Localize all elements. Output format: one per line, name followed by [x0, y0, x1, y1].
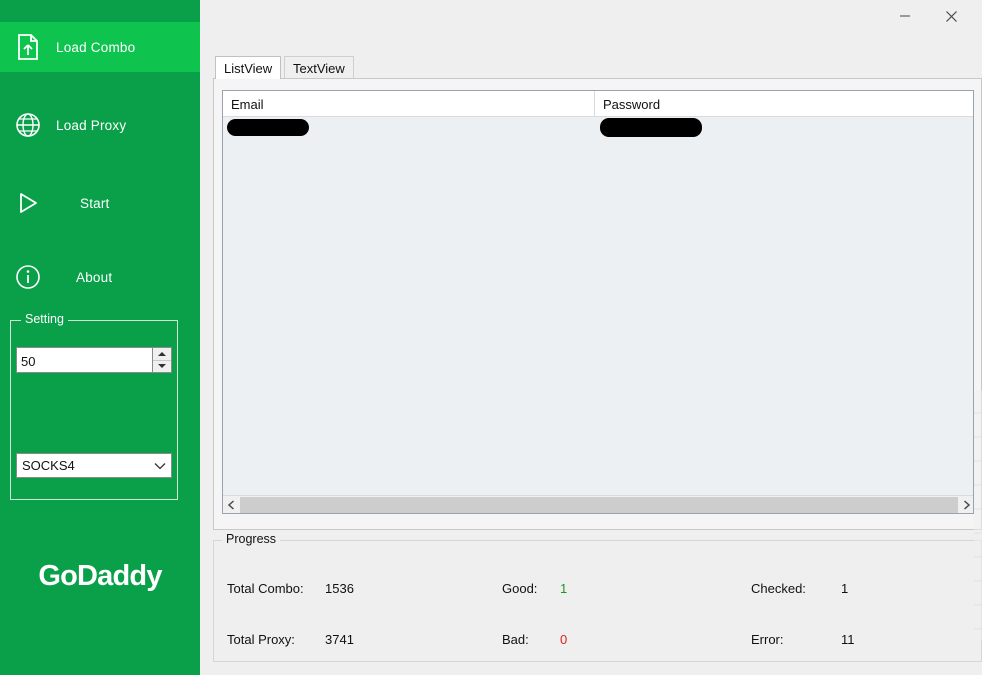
- minimize-button[interactable]: [882, 0, 928, 32]
- setting-group: Setting SOCKS4: [10, 312, 178, 500]
- stepper-buttons[interactable]: [152, 348, 171, 372]
- redaction-bar-password: [600, 118, 702, 137]
- chevron-right-icon[interactable]: [958, 496, 973, 513]
- sidebar-item-label: Load Proxy: [56, 117, 127, 133]
- tab-strip: ListView TextView: [215, 56, 982, 79]
- stat-value-total-combo: 1536: [325, 581, 354, 596]
- tab-listview[interactable]: ListView: [215, 56, 282, 79]
- title-bar: [200, 0, 982, 34]
- progress-group-legend: Progress: [222, 532, 281, 546]
- play-icon: [8, 183, 48, 223]
- sidebar: Load Combo Load Proxy Start About Settin…: [0, 0, 200, 675]
- stat-value-bad: 0: [560, 632, 568, 647]
- stat-label-total-proxy: Total Proxy:: [227, 632, 295, 647]
- tab-textview[interactable]: TextView: [284, 56, 354, 79]
- sidebar-item-label: Start: [80, 195, 110, 211]
- chevron-down-icon: [149, 462, 171, 470]
- redaction-bar-email: [227, 119, 309, 136]
- clipped-background-edge: [974, 390, 982, 640]
- progress-group: Progress Total Combo: 1536 Good: 1 Check…: [213, 532, 982, 662]
- scrollbar-thumb[interactable]: [240, 496, 958, 513]
- listview-header: Email Password: [223, 91, 973, 117]
- table-row[interactable]: [223, 117, 973, 139]
- main-content: ListView TextView Email Password Progres…: [200, 0, 982, 675]
- proxy-type-value: SOCKS4: [22, 458, 75, 473]
- stat-value-good: 1: [560, 581, 568, 596]
- column-header-email[interactable]: Email: [223, 91, 595, 117]
- sidebar-item-load-combo[interactable]: Load Combo: [0, 22, 200, 72]
- sidebar-item-load-proxy[interactable]: Load Proxy: [0, 100, 200, 150]
- stat-value-checked: 1: [841, 581, 849, 596]
- sidebar-item-label: Load Combo: [56, 39, 136, 55]
- stat-label-good: Good:: [502, 581, 538, 596]
- setting-group-legend: Setting: [21, 312, 68, 326]
- stat-value-total-proxy: 3741: [325, 632, 354, 647]
- thread-count-input[interactable]: [17, 348, 152, 372]
- triangle-up-icon[interactable]: [153, 348, 171, 361]
- sidebar-item-label: About: [76, 269, 113, 285]
- proxy-type-select[interactable]: SOCKS4: [16, 453, 172, 478]
- thread-count-stepper[interactable]: [16, 347, 172, 373]
- sidebar-item-start[interactable]: Start: [0, 178, 200, 228]
- chevron-left-icon[interactable]: [223, 496, 240, 513]
- listview-body[interactable]: [223, 117, 973, 495]
- file-upload-icon: [8, 27, 48, 67]
- info-icon: [8, 257, 48, 297]
- globe-icon: [8, 105, 48, 145]
- horizontal-scrollbar[interactable]: [223, 495, 973, 513]
- triangle-down-icon[interactable]: [153, 360, 171, 372]
- stat-label-checked: Checked:: [751, 581, 806, 596]
- tab-panel-listview: Email Password: [213, 78, 982, 530]
- application-window: Load Combo Load Proxy Start About Settin…: [0, 0, 982, 675]
- column-header-password[interactable]: Password: [595, 91, 973, 117]
- stat-label-error: Error:: [751, 632, 784, 647]
- stat-label-total-combo: Total Combo:: [227, 581, 304, 596]
- stat-value-error: 11: [841, 632, 855, 647]
- close-button[interactable]: [928, 0, 974, 32]
- credentials-listview[interactable]: Email Password: [222, 90, 974, 514]
- brand-logo: GoDaddy: [38, 560, 162, 592]
- stat-label-bad: Bad:: [502, 632, 529, 647]
- sidebar-item-about[interactable]: About: [0, 252, 200, 302]
